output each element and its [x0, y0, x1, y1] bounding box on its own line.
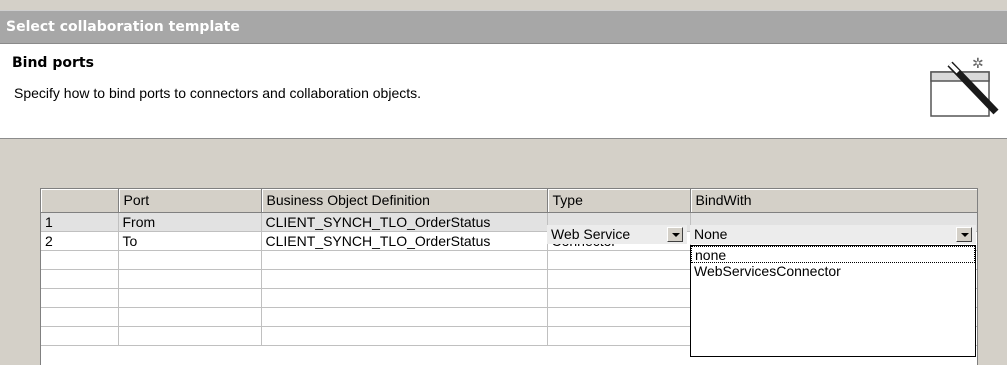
empty-cell	[261, 326, 548, 346]
port-cell[interactable]: From	[118, 212, 262, 232]
empty-cell	[261, 288, 548, 308]
empty-cell	[41, 307, 119, 327]
page-title: Bind ports	[12, 55, 94, 71]
svg-text:✲: ✲	[972, 56, 984, 72]
bindwith-dropdown-list: none WebServicesConnector	[690, 245, 976, 357]
empty-cell	[547, 250, 691, 270]
bindwith-combo[interactable]: None	[690, 225, 976, 244]
empty-cell	[118, 250, 262, 270]
row-number: 2	[41, 231, 119, 251]
dropdown-option-webservicesconnector[interactable]: WebServicesConnector	[691, 263, 975, 280]
bo-definition-cell[interactable]: CLIENT_SYNCH_TLO_OrderStatus	[261, 212, 548, 232]
table-header-row: Port Business Object Definition Type Bin…	[41, 189, 977, 213]
column-header-type[interactable]: Type	[547, 189, 691, 213]
empty-cell	[118, 307, 262, 327]
bindwith-combo-value: None	[694, 226, 728, 242]
empty-cell	[547, 269, 691, 289]
page-description: Specify how to bind ports to connectors …	[14, 85, 422, 101]
empty-cell	[41, 288, 119, 308]
empty-cell	[118, 326, 262, 346]
type-combo-value: Web Service	[551, 226, 631, 242]
dialog-title: Select collaboration template	[6, 19, 240, 35]
empty-cell	[547, 288, 691, 308]
column-header-index[interactable]	[41, 189, 119, 213]
empty-cell	[118, 288, 262, 308]
bo-definition-cell[interactable]: CLIENT_SYNCH_TLO_OrderStatus	[261, 231, 548, 251]
column-header-bindwith[interactable]: BindWith	[690, 189, 977, 213]
port-cell[interactable]: To	[118, 231, 262, 251]
empty-cell	[118, 269, 262, 289]
empty-cell	[261, 307, 548, 327]
type-combo[interactable]: Web Service	[547, 225, 687, 244]
wizard-header: Bind ports Specify how to bind ports to …	[0, 44, 1007, 139]
empty-cell	[261, 269, 548, 289]
wizard-wand-icon: ✲	[930, 56, 999, 117]
empty-cell	[547, 326, 691, 346]
empty-cell	[261, 250, 548, 270]
column-header-port[interactable]: Port	[118, 189, 262, 213]
empty-cell	[41, 326, 119, 346]
column-header-bo-definition[interactable]: Business Object Definition	[261, 189, 548, 213]
chevron-down-icon[interactable]	[667, 227, 683, 242]
dialog-titlebar: Select collaboration template	[0, 10, 1007, 44]
dropdown-option-none[interactable]: none	[691, 246, 975, 263]
chevron-down-icon[interactable]	[956, 227, 972, 242]
empty-cell	[41, 250, 119, 270]
row-number: 1	[41, 212, 119, 232]
empty-cell	[547, 307, 691, 327]
empty-cell	[41, 269, 119, 289]
